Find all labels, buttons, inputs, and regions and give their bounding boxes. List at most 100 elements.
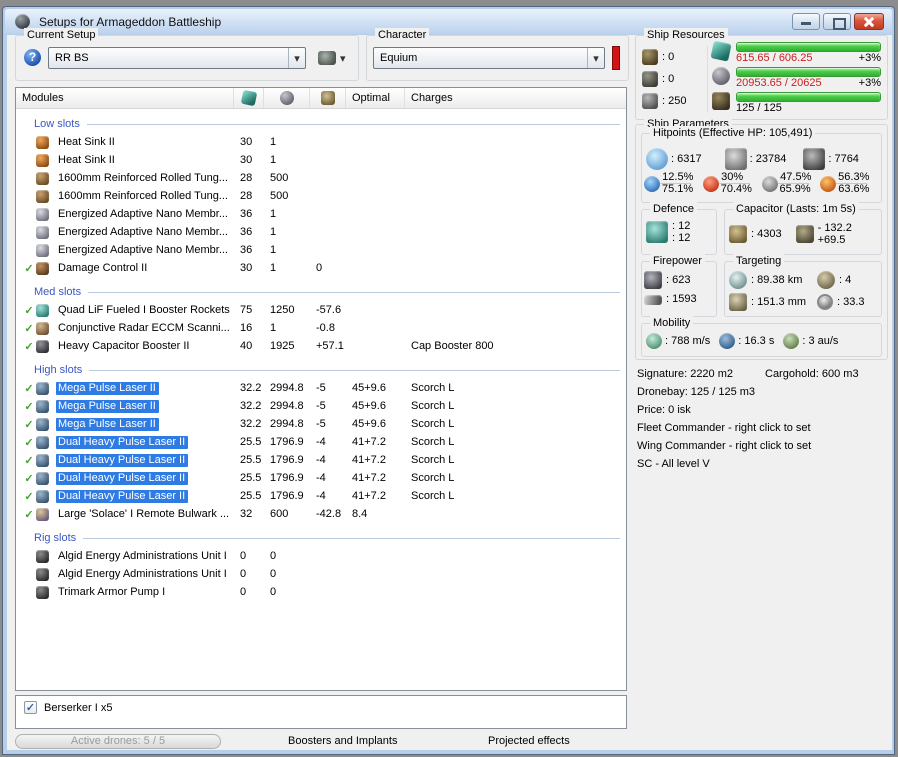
module-name[interactable]: 1600mm Reinforced Rolled Tung... bbox=[56, 190, 231, 203]
module-row[interactable]: ✓ Conjunctive Radar ECCM Scanni... 16 1 -0.8 bbox=[16, 319, 626, 337]
module-name[interactable]: Dual Heavy Pulse Laser II bbox=[56, 436, 189, 449]
module-cap-use: -0.8 bbox=[316, 322, 335, 334]
drone-checkbox[interactable]: ✓ bbox=[24, 701, 37, 714]
module-row[interactable]: ✓ Mega Pulse Laser II 32.2 2994.8 -5 45+9.6 Sc… bbox=[16, 397, 626, 415]
module-name[interactable]: Conjunctive Radar ECCM Scanni... bbox=[56, 322, 233, 335]
module-name[interactable]: Mega Pulse Laser II bbox=[56, 400, 159, 413]
module-row[interactable]: ✓ Mega Pulse Laser II 32.2 2994.8 -5 45+9.6 Sc… bbox=[16, 415, 626, 433]
module-row[interactable]: Energized Adaptive Nano Membr... 36 1 bbox=[16, 223, 626, 241]
pulse-laser-icon bbox=[36, 417, 49, 431]
modules-header[interactable]: Modules Optimal Charges bbox=[16, 88, 626, 109]
maximize-button[interactable] bbox=[823, 13, 851, 30]
module-powergrid: 0 bbox=[270, 568, 277, 580]
active-drones-button[interactable]: Active drones: 5 / 5 bbox=[15, 734, 221, 749]
module-powergrid: 1 bbox=[270, 208, 277, 220]
thermal-resist-armor: 70.4% bbox=[720, 183, 752, 195]
damage-control-icon bbox=[36, 261, 49, 275]
module-row[interactable]: 1600mm Reinforced Rolled Tung... 28 500 bbox=[16, 187, 626, 205]
module-powergrid: 1 bbox=[270, 136, 277, 148]
capacitor-label: Capacitor (Lasts: 1m 5s) bbox=[733, 202, 859, 216]
slot-section-label: Rig slots bbox=[34, 530, 620, 545]
module-name[interactable]: Damage Control II bbox=[56, 262, 150, 275]
module-row[interactable]: ✓ Heavy Capacitor Booster II 40 1925 +57.1 Ca… bbox=[16, 337, 626, 355]
module-row[interactable]: ✓ Dual Heavy Pulse Laser II 25.5 1796.9 -4 41… bbox=[16, 487, 626, 505]
powergrid-bar bbox=[736, 67, 881, 77]
module-powergrid: 1925 bbox=[270, 340, 295, 352]
em-resist-icon bbox=[644, 176, 660, 192]
module-name[interactable]: 1600mm Reinforced Rolled Tung... bbox=[56, 172, 231, 185]
setup-select[interactable]: RR BS bbox=[48, 47, 306, 69]
module-row[interactable]: Algid Energy Administrations Unit I 0 0 bbox=[16, 547, 626, 565]
module-powergrid: 2994.8 bbox=[270, 382, 304, 394]
module-name[interactable]: Dual Heavy Pulse Laser II bbox=[56, 490, 189, 503]
turret-dps: : 623 bbox=[666, 274, 691, 286]
membrane-icon bbox=[36, 225, 49, 239]
module-name[interactable]: Energized Adaptive Nano Membr... bbox=[56, 226, 231, 239]
drone-list-item[interactable]: ✓ Berserker I x5 bbox=[24, 701, 626, 714]
kinetic-resist-icon bbox=[761, 176, 778, 192]
module-name[interactable]: Quad LiF Fueled I Booster Rockets bbox=[56, 304, 233, 317]
fleet-commander-text[interactable]: Fleet Commander - right click to set bbox=[637, 419, 889, 437]
module-row[interactable]: ✓ Quad LiF Fueled I Booster Rockets 75 1250… bbox=[16, 301, 626, 319]
active-check-icon: ✓ bbox=[24, 508, 34, 521]
active-check-icon: ✓ bbox=[24, 454, 34, 467]
chevron-down-icon[interactable] bbox=[288, 48, 305, 68]
module-row[interactable]: Heat Sink II 30 1 bbox=[16, 133, 626, 151]
module-powergrid: 1796.9 bbox=[270, 436, 304, 448]
module-cap-use: -5 bbox=[316, 382, 326, 394]
module-name[interactable]: Trimark Armor Pump I bbox=[56, 586, 168, 599]
module-cpu: 25.5 bbox=[240, 436, 262, 448]
character-select[interactable]: Equium bbox=[373, 47, 605, 69]
thermal-resist-shield: 30% bbox=[720, 171, 743, 183]
module-row[interactable]: ✓ Dual Heavy Pulse Laser II 25.5 1796.9 -4 41… bbox=[16, 451, 626, 469]
mobility-group: Mobility : 788 m/s : 16.3 s : 3 au/s bbox=[641, 316, 882, 357]
module-name[interactable]: Algid Energy Administrations Unit I bbox=[56, 568, 230, 581]
membrane-icon bbox=[36, 243, 49, 257]
explosive-resist-shield: 56.3% bbox=[838, 171, 870, 183]
current-setup-group: Current Setup ? RR BS bbox=[15, 28, 359, 81]
module-name[interactable]: Mega Pulse Laser II bbox=[56, 382, 159, 395]
titlebar[interactable]: Setups for Armageddon Battleship bbox=[5, 9, 892, 34]
module-name[interactable]: Energized Adaptive Nano Membr... bbox=[56, 244, 231, 257]
heat-sink-icon bbox=[36, 135, 49, 149]
chevron-down-icon[interactable] bbox=[587, 48, 604, 68]
armor-hp-icon bbox=[724, 148, 747, 170]
module-name[interactable]: Heavy Capacitor Booster II bbox=[56, 340, 192, 353]
help-icon[interactable]: ? bbox=[24, 49, 41, 66]
module-row[interactable]: ✓ Mega Pulse Laser II 32.2 2994.8 -5 45+9.6 Sc… bbox=[16, 379, 626, 397]
module-name[interactable]: Algid Energy Administrations Unit I bbox=[56, 550, 230, 563]
module-row[interactable]: ✓ Damage Control II 30 1 0 bbox=[16, 259, 626, 277]
module-name[interactable]: Heat Sink II bbox=[56, 136, 118, 149]
projected-effects-toggle[interactable]: Projected effects bbox=[488, 735, 570, 747]
modules-panel: Modules Optimal Charges Low slots Heat Si… bbox=[15, 87, 627, 691]
module-name[interactable]: Dual Heavy Pulse Laser II bbox=[56, 454, 189, 467]
wing-commander-text[interactable]: Wing Commander - right click to set bbox=[637, 437, 889, 455]
drones-menu-button[interactable] bbox=[318, 51, 346, 65]
module-row[interactable]: Heat Sink II 30 1 bbox=[16, 151, 626, 169]
module-name[interactable]: Energized Adaptive Nano Membr... bbox=[56, 208, 231, 221]
module-name[interactable]: Mega Pulse Laser II bbox=[56, 418, 159, 431]
minimize-button[interactable] bbox=[792, 13, 820, 30]
module-row[interactable]: ✓ Large 'Solace' I Remote Bulwark ... 32 60… bbox=[16, 505, 626, 523]
character-status-bar bbox=[612, 46, 620, 70]
heat-sink-icon bbox=[36, 153, 49, 167]
module-row[interactable]: ✓ Dual Heavy Pulse Laser II 25.5 1796.9 -4 41… bbox=[16, 469, 626, 487]
ship-info: Signature: 2220 m2 Cargohold: 600 m3 Dro… bbox=[637, 365, 889, 473]
module-row[interactable]: Trimark Armor Pump I 0 0 bbox=[16, 583, 626, 601]
dronebay-bar bbox=[736, 92, 881, 102]
boosters-implants-toggle[interactable]: Boosters and Implants bbox=[288, 735, 397, 747]
module-row[interactable]: ✓ Dual Heavy Pulse Laser II 25.5 1796.9 -4 41… bbox=[16, 433, 626, 451]
module-row[interactable]: Energized Adaptive Nano Membr... 36 1 bbox=[16, 205, 626, 223]
module-name[interactable]: Dual Heavy Pulse Laser II bbox=[56, 472, 189, 485]
targeting-group: Targeting : 89.38 km : 4 : 151.3 mm : 33… bbox=[724, 254, 882, 317]
module-row[interactable]: 1600mm Reinforced Rolled Tung... 28 500 bbox=[16, 169, 626, 187]
module-cpu: 16 bbox=[240, 322, 253, 334]
drones-list: ✓ Berserker I x5 bbox=[15, 695, 627, 729]
module-powergrid: 1 bbox=[270, 322, 277, 334]
close-button[interactable] bbox=[854, 13, 884, 30]
dronebay-usage: 125 / 125 bbox=[736, 102, 782, 114]
module-name[interactable]: Large 'Solace' I Remote Bulwark ... bbox=[56, 508, 232, 521]
module-row[interactable]: Energized Adaptive Nano Membr... 36 1 bbox=[16, 241, 626, 259]
module-name[interactable]: Heat Sink II bbox=[56, 154, 118, 167]
module-row[interactable]: Algid Energy Administrations Unit I 0 0 bbox=[16, 565, 626, 583]
